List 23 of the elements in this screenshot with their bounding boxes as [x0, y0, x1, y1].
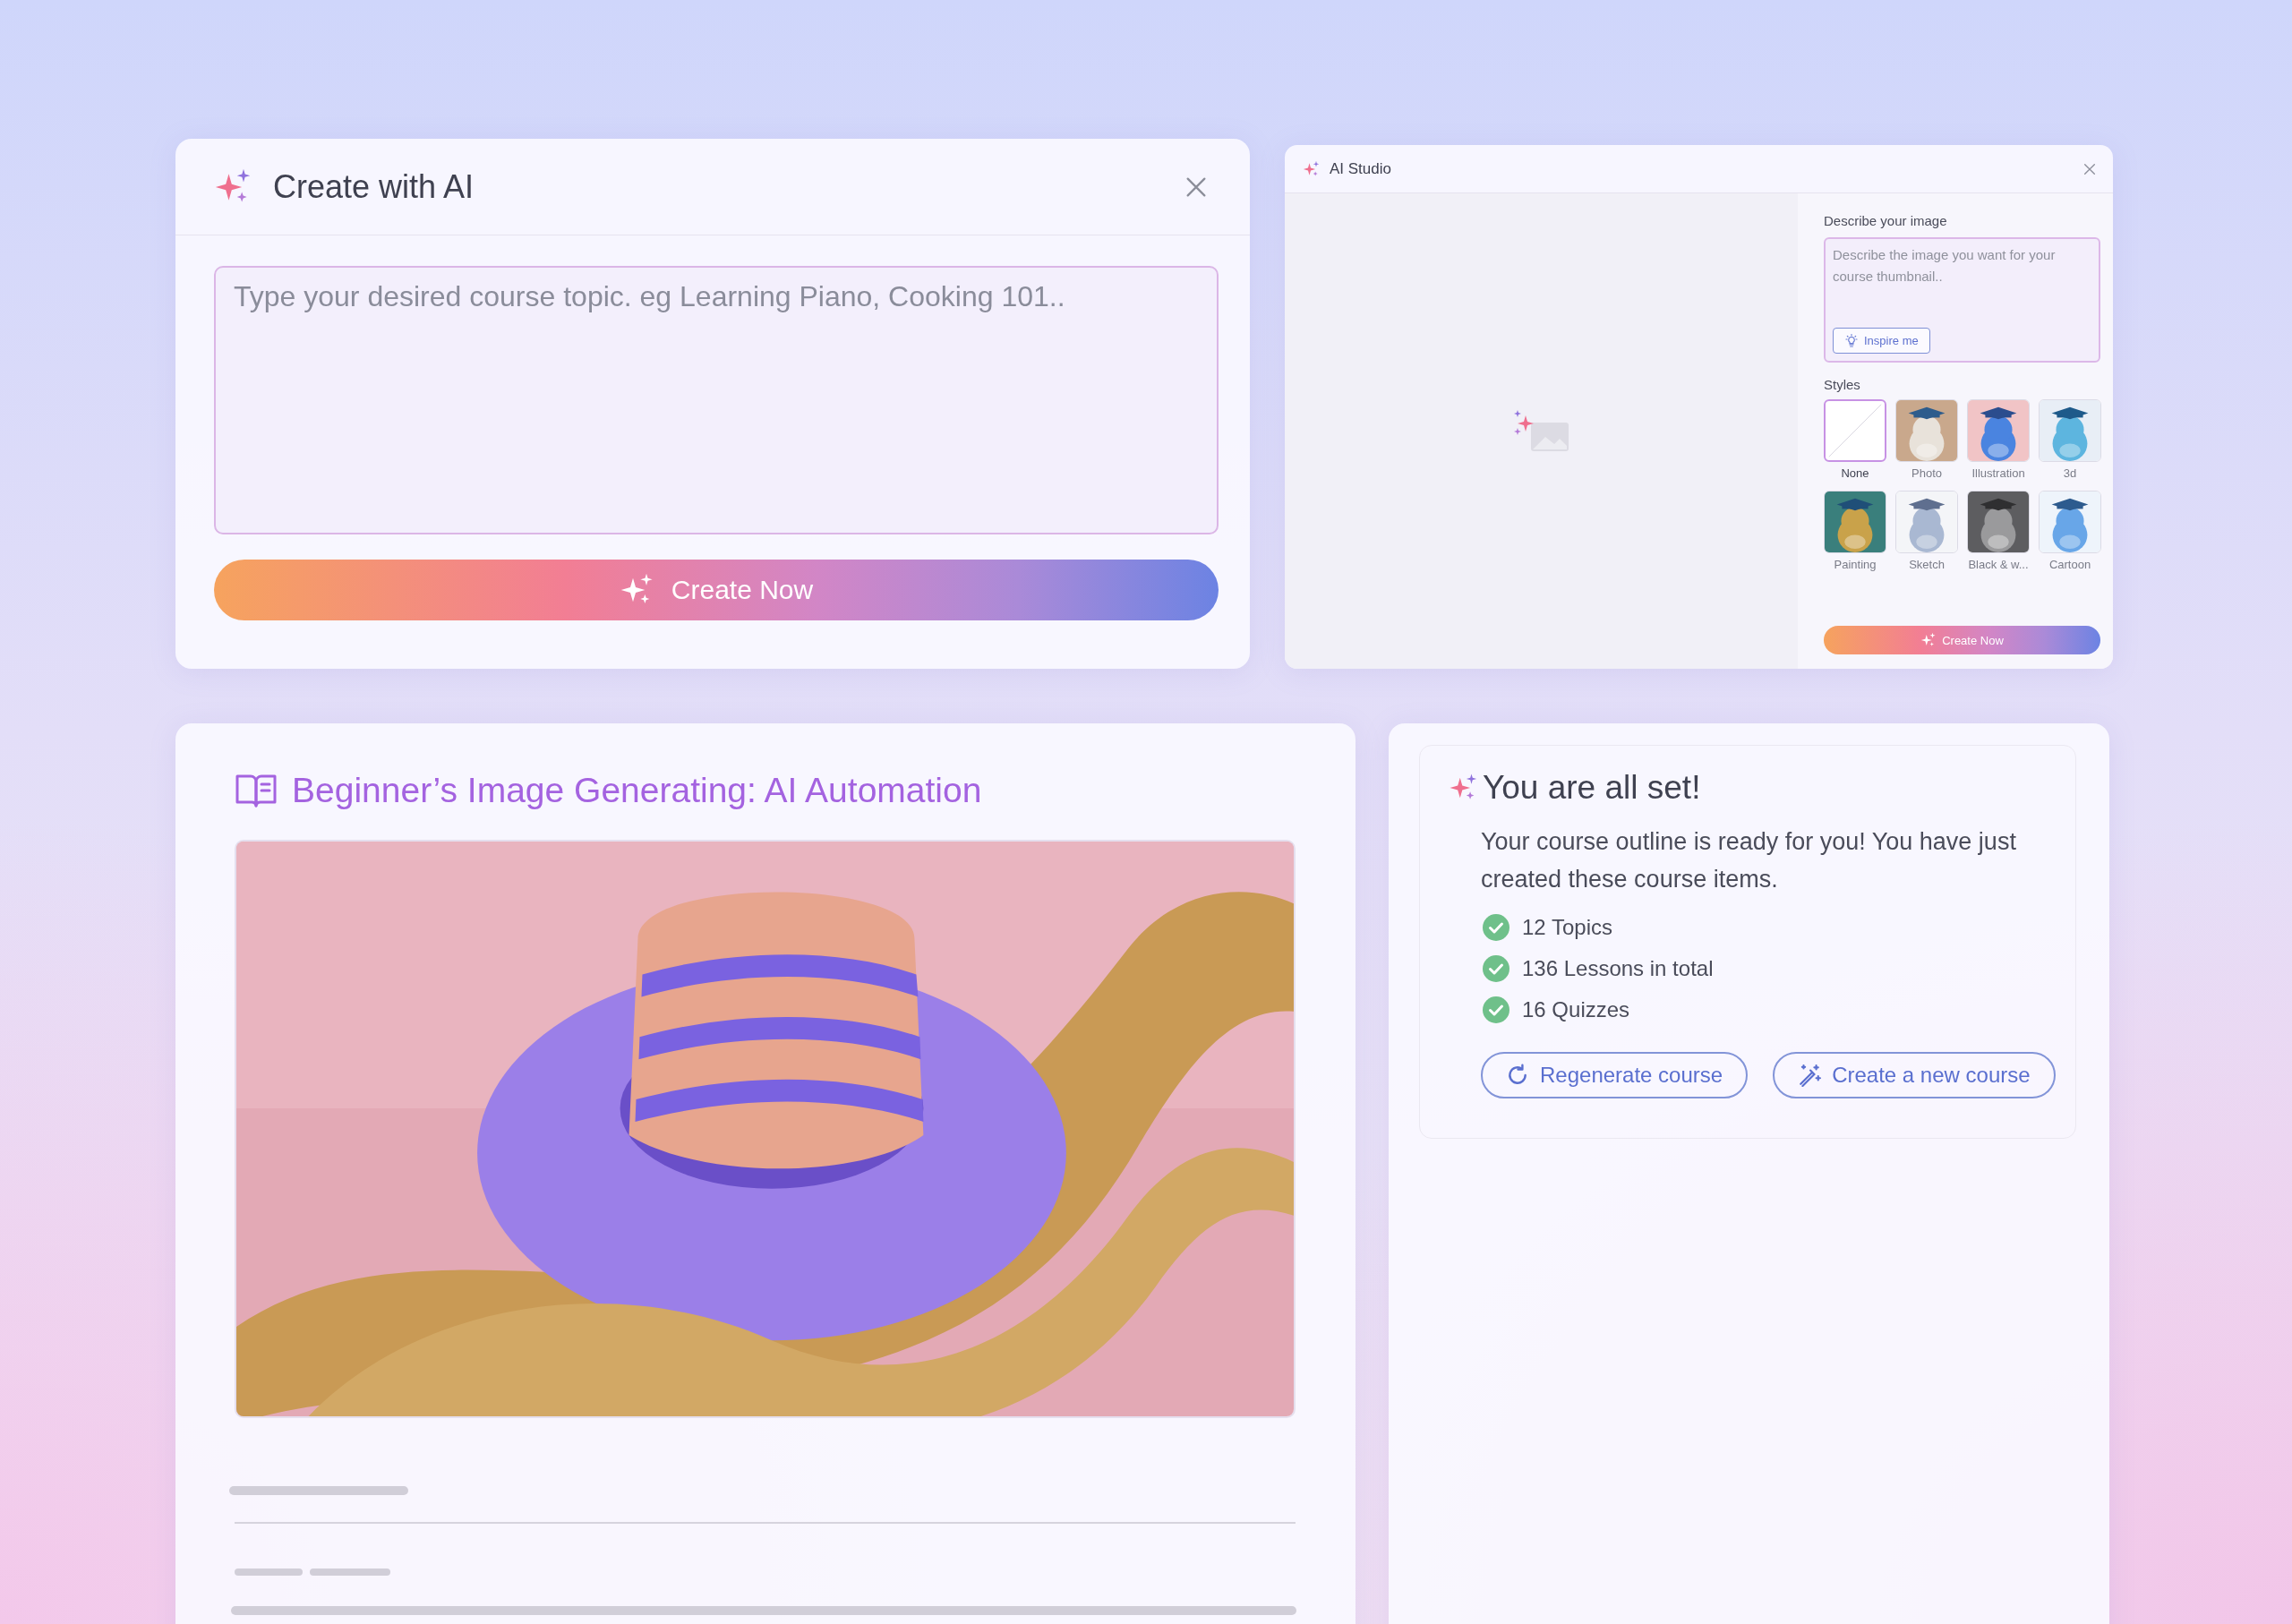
magic-wand-icon: [1798, 1064, 1822, 1087]
dialog-title: Create with AI: [273, 167, 475, 206]
sparkle-icon: [1920, 632, 1937, 648]
course-item-count: 136 Lessons in total: [1522, 956, 1714, 981]
describe-field[interactable]: Describe the image you want for your course thumbnail.. Inspire me: [1824, 237, 2100, 363]
new-course-button[interactable]: Create a new course: [1773, 1052, 2056, 1098]
lightbulb-icon: [1844, 333, 1859, 348]
course-item-count: 12 Topics: [1522, 915, 1612, 940]
topic-field[interactable]: Type your desired course topic. eg Learning Piano, Cooking 101..: [214, 266, 1219, 534]
close-button[interactable]: [2082, 161, 2097, 176]
summary-message: Your course outline is ready for you! You have just created these course items.: [1481, 827, 2017, 894]
book-icon: [235, 773, 278, 808]
course-item-count: 16 Quizzes: [1522, 997, 1630, 1022]
course-title: Beginner’s Image Generating: AI Automation: [292, 771, 982, 810]
create-now-button[interactable]: Create Now: [1824, 626, 2100, 654]
field-label: Describe your image: [1824, 213, 1948, 228]
inspire-button[interactable]: Inspire me: [1833, 328, 1930, 354]
window-title: AI Studio: [1330, 159, 1392, 178]
refresh-icon: [1506, 1064, 1529, 1087]
section-label: Styles: [1824, 377, 1861, 392]
summary-title: You are all set!: [1483, 769, 1701, 807]
regenerate-button[interactable]: Regenerate course: [1481, 1052, 1749, 1098]
create-now-button[interactable]: Create Now: [214, 560, 1219, 620]
